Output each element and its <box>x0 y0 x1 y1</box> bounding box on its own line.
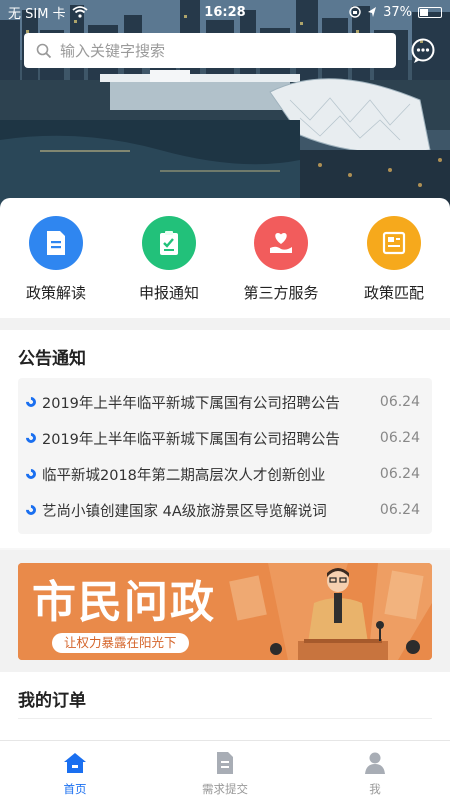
status-time: 16:28 <box>204 4 246 20</box>
tab-label: 我 <box>369 782 381 796</box>
list-item[interactable]: 2019年上半年临平新城下属国有公司招聘公告 06.24 <box>23 420 420 456</box>
notice-title: 2019年上半年临平新城下属国有公司招聘公告 <box>42 431 340 448</box>
notices-title: 公告通知 <box>18 349 86 369</box>
category-label: 申报通知 <box>138 284 199 302</box>
category-third-party-service[interactable]: 第三方服务 <box>231 216 331 303</box>
battery-icon <box>418 6 442 18</box>
person-icon <box>365 752 385 774</box>
file-icon <box>217 752 233 774</box>
category-label: 政策匹配 <box>363 284 424 302</box>
search-bar[interactable]: 输入关键字搜索 <box>24 33 396 68</box>
search-icon <box>36 43 52 58</box>
orders-title: 我的订单 <box>18 691 86 711</box>
tab-me[interactable]: 我 <box>300 741 450 800</box>
location-icon <box>368 7 377 17</box>
notice-date: 06.24 <box>379 430 420 446</box>
heart-hand-icon <box>254 216 308 270</box>
tab-home[interactable]: 首页 <box>0 741 150 800</box>
tab-label: 需求提交 <box>202 782 248 796</box>
tab-label: 首页 <box>63 782 87 796</box>
category-policy-match[interactable]: 政策匹配 <box>344 216 444 303</box>
search-input[interactable]: 输入关键字搜索 <box>60 40 165 61</box>
divider <box>18 718 432 719</box>
notice-date: 06.24 <box>379 466 420 482</box>
citizen-inquiry-banner[interactable]: 市民问政 让权力暴露在阳光下 <box>18 563 432 660</box>
wifi-icon <box>71 6 88 18</box>
bullet-icon <box>23 394 39 410</box>
message-icon[interactable] <box>410 38 436 64</box>
notice-date: 06.24 <box>379 394 420 410</box>
status-bar: 无 SIM 卡 16:28 37% <box>0 0 450 24</box>
notice-date: 06.24 <box>379 502 420 518</box>
carrier-text: 无 SIM 卡 <box>8 6 66 22</box>
category-label: 政策解读 <box>25 284 86 302</box>
category-declaration-notice[interactable]: 申报通知 <box>119 216 219 303</box>
home-icon <box>64 753 86 773</box>
lock-rotation-icon <box>349 6 361 18</box>
list-item[interactable]: 艺尚小镇创建国家 4A级旅游景区导览解说词 06.24 <box>23 492 420 528</box>
hero-banner: 无 SIM 卡 16:28 37% 输入关键字搜索 <box>0 0 450 215</box>
category-policy-reading[interactable]: 政策解读 <box>6 216 106 303</box>
notice-title: 临平新城2018年第二期高层次人才创新创业 <box>42 467 326 484</box>
category-label: 第三方服务 <box>243 284 319 302</box>
match-icon <box>367 216 421 270</box>
battery-text: 37% <box>383 4 412 20</box>
notice-list: 2019年上半年临平新城下属国有公司招聘公告 06.24 2019年上半年临平新… <box>18 378 432 534</box>
bullet-icon <box>23 430 39 446</box>
list-item[interactable]: 2019年上半年临平新城下属国有公司招聘公告 06.24 <box>23 384 420 420</box>
section-divider <box>0 318 450 330</box>
tab-request-submit[interactable]: 需求提交 <box>150 741 300 800</box>
list-item[interactable]: 临平新城2018年第二期高层次人才创新创业 06.24 <box>23 456 420 492</box>
bullet-icon <box>23 466 39 482</box>
bottom-tab-bar: 首页 需求提交 我 <box>0 740 450 800</box>
category-card: 政策解读 申报通知 第三方服务 政策匹配 <box>0 198 450 318</box>
notice-title: 艺尚小镇创建国家 4A级旅游景区导览解说词 <box>42 503 327 520</box>
banner-title: 市民问政 <box>32 577 216 628</box>
document-icon <box>29 216 83 270</box>
clipboard-check-icon <box>142 216 196 270</box>
banner-subtitle: 让权力暴露在阳光下 <box>52 633 189 653</box>
bullet-icon <box>23 502 39 518</box>
notice-title: 2019年上半年临平新城下属国有公司招聘公告 <box>42 395 340 412</box>
